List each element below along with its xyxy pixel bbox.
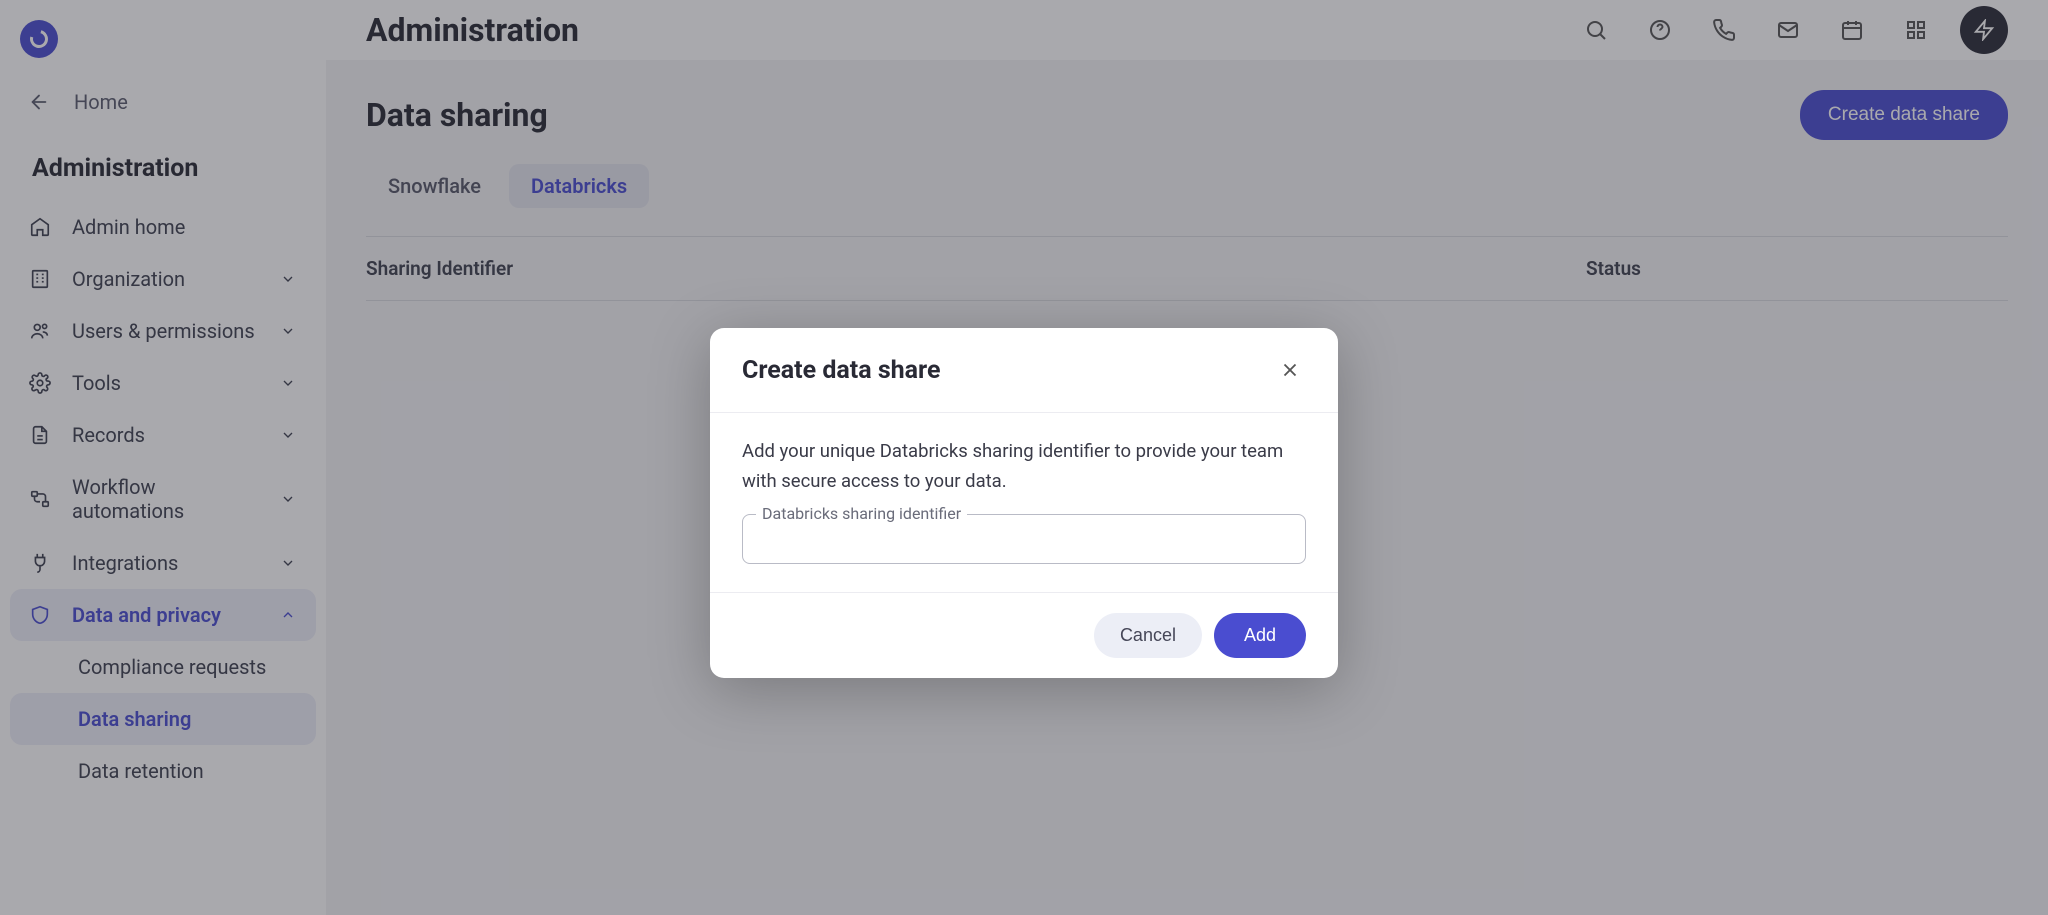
modal-description: Add your unique Databricks sharing ident… xyxy=(742,419,1306,496)
modal-close-button[interactable] xyxy=(1274,354,1306,386)
modal-scrim[interactable]: Create data share Add your unique Databr… xyxy=(0,0,2048,915)
close-icon xyxy=(1279,359,1301,381)
modal-title: Create data share xyxy=(742,356,1274,385)
cancel-button[interactable]: Cancel xyxy=(1094,613,1202,658)
create-data-share-modal: Create data share Add your unique Databr… xyxy=(710,328,1338,678)
field-label: Databricks sharing identifier xyxy=(756,504,967,523)
add-button[interactable]: Add xyxy=(1214,613,1306,658)
